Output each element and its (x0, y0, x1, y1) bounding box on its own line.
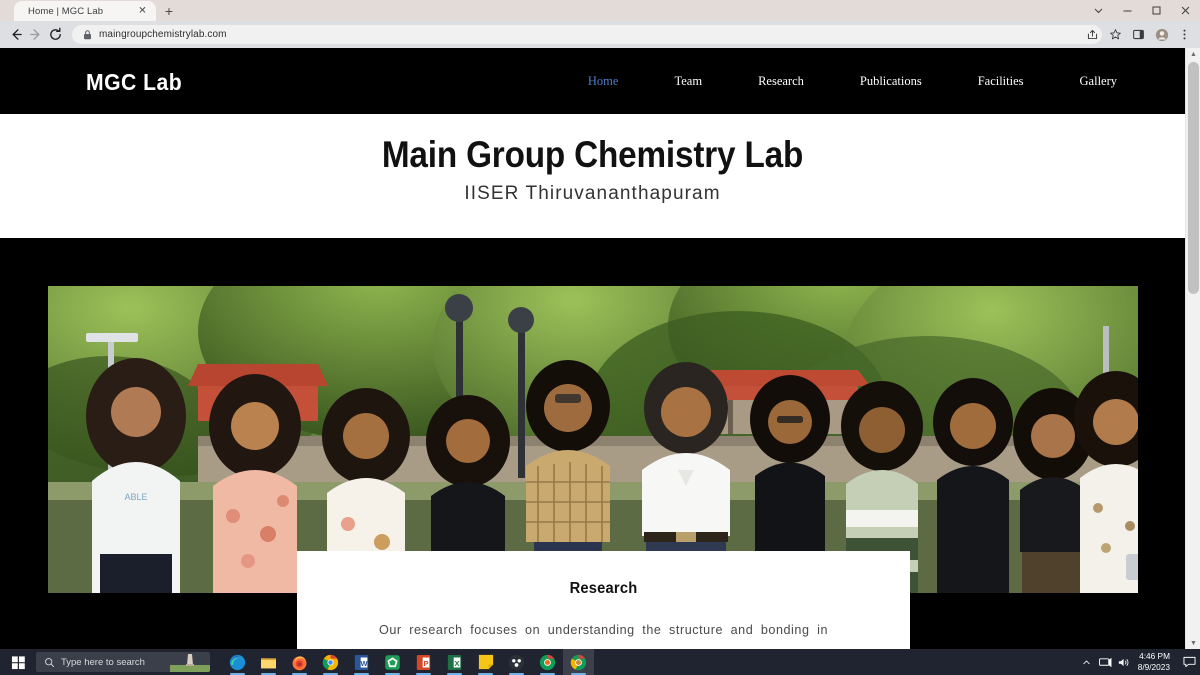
toolbar-icons (1081, 21, 1196, 48)
taskbar-app-file-explorer[interactable] (253, 649, 284, 675)
site-header: MGC Lab Home Team Research Publications … (0, 48, 1185, 114)
share-icon[interactable] (1081, 21, 1104, 48)
notification-icon[interactable] (1178, 649, 1200, 675)
browser-tab-strip: Home | MGC Lab ✕ + (0, 0, 1200, 21)
taskbar-app-microsoft-edge[interactable] (222, 649, 253, 675)
scroll-down-arrow-icon[interactable]: ▼ (1186, 637, 1200, 649)
clock-date: 8/9/2023 (1137, 662, 1170, 672)
new-tab-button[interactable]: + (161, 3, 177, 19)
taskbar-search-input[interactable]: Type here to search (36, 652, 210, 672)
maximize-icon[interactable] (1142, 0, 1171, 21)
window-close-icon[interactable] (1171, 0, 1200, 21)
taskbar-search-illustration (170, 654, 210, 672)
system-tray: 4:46 PM 8/9/2023 (1077, 649, 1200, 675)
research-card-title: Research (569, 580, 638, 597)
nav-item-team[interactable]: Team (674, 74, 702, 89)
lock-icon (83, 29, 92, 40)
side-panel-icon[interactable] (1127, 21, 1150, 48)
svg-text:P: P (423, 658, 428, 667)
nav-item-research[interactable]: Research (758, 74, 804, 89)
taskbar-app-sticky-notes[interactable] (470, 649, 501, 675)
site-brand-logo[interactable]: MGC Lab (86, 69, 182, 96)
nav-item-facilities[interactable]: Facilities (978, 74, 1024, 89)
network-icon[interactable] (1096, 649, 1115, 675)
clock-time: 4:46 PM (1139, 651, 1170, 661)
more-menu-icon[interactable] (1173, 21, 1196, 48)
page-title: Main Group Chemistry Lab (381, 134, 804, 175)
research-card: Research Our research focuses on underst… (297, 551, 910, 649)
page-scrollbar[interactable]: ▲ ▼ (1185, 48, 1200, 649)
hero-dark-section: ABLE Research Our research focuses on un… (0, 238, 1185, 649)
taskbar-app-firefox[interactable] (284, 649, 315, 675)
search-icon (44, 657, 55, 668)
taskbar-app-chemdraw[interactable] (501, 649, 532, 675)
window-controls (1084, 0, 1200, 21)
nav-item-home[interactable]: Home (588, 74, 619, 89)
scrollbar-thumb[interactable] (1188, 62, 1199, 294)
browser-tab[interactable]: Home | MGC Lab ✕ (14, 1, 156, 21)
minimize-icon[interactable] (1113, 0, 1142, 21)
svg-text:W: W (360, 658, 368, 667)
tab-close-icon[interactable]: ✕ (137, 6, 148, 17)
hero-title-block: Main Group Chemistry Lab IISER Thiruvana… (0, 114, 1185, 238)
search-placeholder: Type here to search (61, 656, 145, 668)
group-photo-illustration: ABLE (48, 286, 1138, 593)
chevron-up-icon[interactable] (1077, 649, 1096, 675)
taskbar-app-chrome-active[interactable] (563, 649, 594, 675)
lab-group-photo: ABLE (48, 286, 1138, 593)
browser-toolbar: maingroupchemistrylab.com (0, 21, 1200, 48)
taskbar-app-chrome-orange[interactable] (532, 649, 563, 675)
chevron-down-icon[interactable] (1084, 0, 1113, 21)
site-navigation: Home Team Research Publications Faciliti… (532, 74, 1117, 89)
taskbar-clock[interactable]: 4:46 PM 8/9/2023 (1138, 649, 1170, 675)
forward-arrow-icon (27, 26, 44, 43)
page-viewport: MGC Lab Home Team Research Publications … (0, 48, 1185, 649)
research-card-text: Our research focuses on understanding th… (379, 623, 828, 649)
taskbar-app-mendeley[interactable] (377, 649, 408, 675)
taskbar-app-microsoft-word[interactable]: W (346, 649, 377, 675)
tab-title: Home | MGC Lab (28, 5, 104, 17)
svg-text:X: X (454, 658, 459, 667)
windows-start-icon[interactable] (0, 649, 36, 675)
reload-icon[interactable] (47, 26, 64, 43)
taskbar-app-microsoft-powerpoint[interactable]: P (408, 649, 439, 675)
back-arrow-icon[interactable] (8, 26, 25, 43)
scroll-up-arrow-icon[interactable]: ▲ (1186, 48, 1200, 60)
profile-icon[interactable] (1150, 21, 1173, 48)
windows-taskbar: Type here to search W P X 4:46 PM 8/9/20… (0, 649, 1200, 675)
taskbar-app-microsoft-excel[interactable]: X (439, 649, 470, 675)
screen: Home | MGC Lab ✕ + maingroupchemistrylab… (0, 0, 1200, 675)
taskbar-app-icons: W P X (222, 649, 594, 675)
bookmark-star-icon[interactable] (1104, 21, 1127, 48)
nav-item-publications[interactable]: Publications (860, 74, 922, 89)
volume-icon[interactable] (1115, 649, 1134, 675)
address-bar[interactable]: maingroupchemistrylab.com (72, 25, 1102, 44)
svg-text:ABLE: ABLE (124, 492, 147, 502)
page-subtitle: IISER Thiruvananthapuram (464, 183, 721, 204)
url-text: maingroupchemistrylab.com (99, 29, 227, 40)
taskbar-app-google-chrome[interactable] (315, 649, 346, 675)
nav-item-gallery[interactable]: Gallery (1080, 74, 1117, 89)
